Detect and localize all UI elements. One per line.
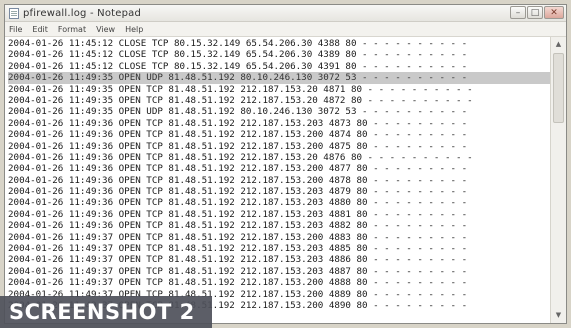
log-line[interactable]: 2004-01-26 11:49:37 OPEN TCP 81.48.51.19… [8, 277, 550, 288]
scroll-up-icon[interactable]: ▲ [553, 39, 564, 50]
log-line[interactable]: 2004-01-26 11:49:35 OPEN UDP 81.48.51.19… [8, 106, 550, 117]
window-controls: – □ ✕ [510, 6, 564, 19]
scroll-down-icon[interactable]: ▼ [553, 310, 564, 321]
log-line[interactable]: 2004-01-26 11:49:37 OPEN TCP 81.48.51.19… [8, 243, 550, 254]
log-line[interactable]: 2004-01-26 11:49:36 OPEN TCP 81.48.51.19… [8, 118, 550, 129]
close-button[interactable]: ✕ [544, 6, 564, 19]
log-line[interactable]: 2004-01-26 11:45:12 CLOSE TCP 80.15.32.1… [8, 38, 550, 49]
menu-format[interactable]: Format [58, 25, 86, 34]
menu-bar: File Edit Format View Help [5, 22, 566, 37]
log-line[interactable]: 2004-01-26 11:49:35 OPEN TCP 81.48.51.19… [8, 84, 550, 95]
log-line[interactable]: 2004-01-26 11:49:37 OPEN TCP 81.48.51.19… [8, 266, 550, 277]
notepad-window: pfirewall.log - Notepad – □ ✕ File Edit … [4, 4, 567, 324]
log-line-selected[interactable]: 2004-01-26 11:49:35 OPEN UDP 81.48.51.19… [8, 72, 550, 84]
log-line[interactable]: 2004-01-26 11:49:35 OPEN TCP 81.48.51.19… [8, 95, 550, 106]
screenshot-caption: SCREENSHOT 2 [0, 296, 212, 328]
maximize-button[interactable]: □ [527, 6, 543, 19]
menu-edit[interactable]: Edit [32, 25, 48, 34]
log-line[interactable]: 2004-01-26 11:49:36 OPEN TCP 81.48.51.19… [8, 141, 550, 152]
text-editor-area[interactable]: 2004-01-26 11:45:12 CLOSE TCP 80.15.32.1… [5, 37, 550, 323]
log-line[interactable]: 2004-01-26 11:49:36 OPEN TCP 81.48.51.19… [8, 175, 550, 186]
log-line[interactable]: 2004-01-26 11:49:36 OPEN TCP 81.48.51.19… [8, 152, 550, 163]
minimize-button[interactable]: – [510, 6, 526, 19]
log-line[interactable]: 2004-01-26 11:49:36 OPEN TCP 81.48.51.19… [8, 129, 550, 140]
log-line[interactable]: 2004-01-26 11:49:36 OPEN TCP 81.48.51.19… [8, 197, 550, 208]
log-line[interactable]: 2004-01-26 11:49:36 OPEN TCP 81.48.51.19… [8, 163, 550, 174]
scroll-thumb[interactable] [553, 53, 564, 123]
log-line[interactable]: 2004-01-26 11:49:37 OPEN TCP 81.48.51.19… [8, 254, 550, 265]
notepad-icon [9, 7, 19, 19]
title-bar[interactable]: pfirewall.log - Notepad – □ ✕ [5, 5, 566, 22]
vertical-scrollbar[interactable]: ▲ ▼ [550, 37, 566, 323]
log-line[interactable]: 2004-01-26 11:49:36 OPEN TCP 81.48.51.19… [8, 220, 550, 231]
log-line[interactable]: 2004-01-26 11:49:36 OPEN TCP 81.48.51.19… [8, 186, 550, 197]
log-line[interactable]: 2004-01-26 11:49:37 OPEN TCP 81.48.51.19… [8, 232, 550, 243]
menu-view[interactable]: View [96, 25, 115, 34]
log-line[interactable]: 2004-01-26 11:49:36 OPEN TCP 81.48.51.19… [8, 209, 550, 220]
menu-help[interactable]: Help [125, 25, 143, 34]
menu-file[interactable]: File [9, 25, 22, 34]
log-line[interactable]: 2004-01-26 11:45:12 CLOSE TCP 80.15.32.1… [8, 61, 550, 72]
window-title: pfirewall.log - Notepad [23, 7, 142, 19]
log-line[interactable]: 2004-01-26 11:45:12 CLOSE TCP 80.15.32.1… [8, 49, 550, 60]
